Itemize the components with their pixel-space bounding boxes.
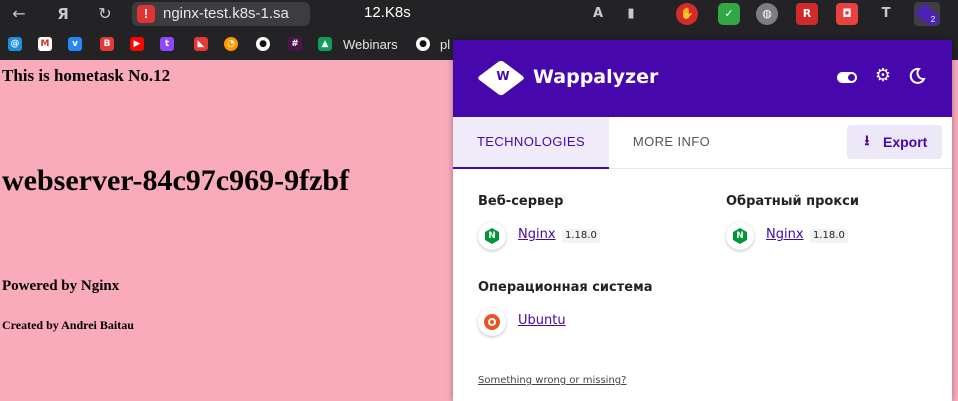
category-web-server: Веб-сервер [478, 194, 564, 209]
back-button[interactable]: ← [8, 3, 30, 25]
typography-extension-icon[interactable]: T [875, 3, 897, 25]
github-bookmark-icon[interactable]: ● [416, 37, 430, 51]
ubuntu-icon [478, 308, 506, 336]
address-bar-url: nginx-test.k8s-1.sa [163, 5, 289, 22]
wappalyzer-extension-icon[interactable]: 2 [914, 2, 940, 26]
wappalyzer-brand: Wappalyzer [533, 66, 659, 88]
slack-bookmark-icon[interactable]: # [288, 37, 302, 51]
technology-link[interactable]: Nginx [766, 227, 804, 242]
technology-item[interactable]: N Nginx 1.18.0 [478, 222, 678, 250]
wappalyzer-logo-icon: W [476, 59, 526, 99]
feedback-link[interactable]: Something wrong or missing? [478, 375, 626, 386]
gear-icon[interactable]: ⚙ [874, 67, 892, 85]
gmail-bookmark-icon[interactable]: M [38, 37, 52, 51]
technology-item[interactable]: Ubuntu [478, 308, 678, 336]
red-extension-icon[interactable]: R [796, 3, 818, 25]
security-warning-icon[interactable]: ! [137, 5, 155, 23]
category-operating-system: Операционная система [478, 280, 653, 295]
created-by-text: Created by Andrei Baitau [2, 318, 134, 332]
flag-bookmark-icon[interactable]: ◣ [194, 37, 208, 51]
wappalyzer-header: W Wappalyzer ⚙ [453, 40, 952, 117]
globe-extension-icon[interactable]: ◍ [756, 3, 778, 25]
category-reverse-proxy: Обратный прокси [726, 194, 859, 209]
export-button[interactable]: ⭳ Export [847, 125, 942, 159]
bookmark-icon[interactable]: ▮ [620, 3, 642, 25]
address-bar[interactable]: ! nginx-test.k8s-1.sa [132, 2, 310, 26]
tab-title: 12.K8s [364, 4, 411, 21]
download-icon: ⭳ [864, 133, 870, 149]
mail-bookmark-icon[interactable]: @ [8, 37, 22, 51]
bookmark-webinars[interactable]: Webinars [343, 37, 398, 52]
technology-link[interactable]: Nginx [518, 227, 556, 242]
nginx-icon: N [726, 222, 754, 250]
google-drive-bookmark-icon[interactable]: ▲ [318, 37, 332, 51]
youtube-bookmark-icon[interactable]: ▶ [130, 37, 144, 51]
browser-toolbar: ← Я ↻ ! nginx-test.k8s-1.sa 12.K8s Aあ ▮ … [0, 0, 958, 43]
moon-icon[interactable] [908, 67, 926, 85]
github-bookmark-icon[interactable]: ● [256, 37, 270, 51]
powered-by-text: Powered by Nginx [2, 278, 120, 294]
tab-technologies[interactable]: TECHNOLOGIES [453, 117, 609, 169]
red-bookmark-icon[interactable]: B [100, 37, 114, 51]
reload-button[interactable]: ↻ [94, 3, 116, 25]
twitch-bookmark-icon[interactable]: t [160, 37, 174, 51]
nginx-icon: N [478, 222, 506, 250]
toggle-icon[interactable] [837, 72, 857, 83]
bookmark-truncated[interactable]: pl [440, 37, 450, 52]
translate-icon[interactable]: Aあ [587, 3, 609, 43]
technology-link[interactable]: Ubuntu [518, 313, 566, 328]
export-button-label: Export [883, 134, 928, 150]
vk-bookmark-icon[interactable]: v [68, 37, 82, 51]
hostname-heading: webserver-84c97c969-9fzbf [2, 164, 350, 197]
hometask-heading: This is hometask No.12 [2, 66, 171, 85]
technology-version: 1.18.0 [562, 229, 600, 243]
clock-bookmark-icon[interactable]: ◔ [224, 37, 238, 51]
screenshot-extension-icon[interactable]: ◘ [836, 3, 858, 25]
tab-more-info[interactable]: MORE INFO [609, 117, 734, 169]
adblock-extension-icon[interactable]: ✋ [676, 3, 698, 25]
shield-extension-icon[interactable]: ✓ [718, 3, 740, 25]
technology-item[interactable]: N Nginx 1.18.0 [726, 222, 926, 250]
technology-version: 1.18.0 [810, 229, 848, 243]
wappalyzer-count-badge: 2 [927, 14, 939, 25]
wappalyzer-tabs: TECHNOLOGIES MORE INFO ⭳ Export [453, 117, 952, 169]
wappalyzer-popup: W Wappalyzer ⚙ TECHNOLOGIES MORE INFO ⭳ … [453, 40, 952, 401]
yandex-icon[interactable]: Я [52, 3, 74, 25]
